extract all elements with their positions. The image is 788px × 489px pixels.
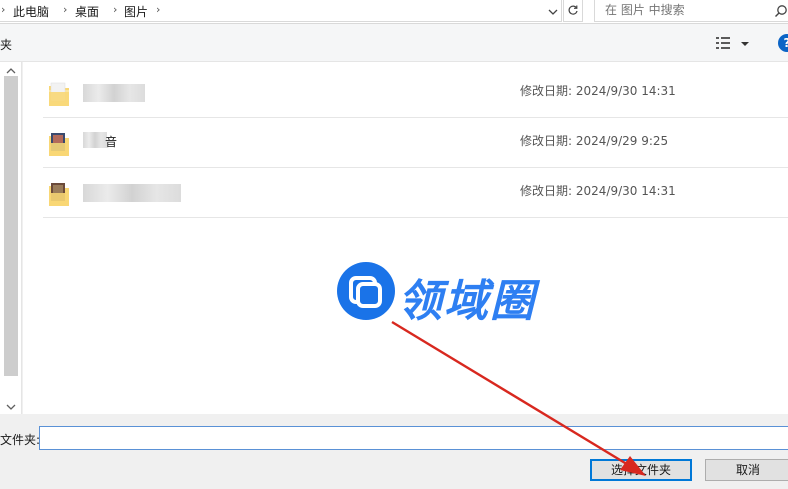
new-folder-button[interactable]: 夹 bbox=[0, 36, 12, 53]
folder-icon bbox=[49, 183, 69, 206]
redacted-block bbox=[83, 132, 107, 148]
scroll-up-icon[interactable] bbox=[6, 67, 16, 75]
watermark-text: 领域圈 bbox=[398, 276, 536, 327]
breadcrumb-separator-icon: › bbox=[63, 3, 68, 16]
list-item[interactable]: 修改日期: 2024/9/30 14:31 bbox=[43, 168, 788, 218]
help-icon[interactable]: ? bbox=[778, 34, 788, 52]
chevron-down-icon[interactable] bbox=[547, 6, 559, 18]
breadcrumb-separator-icon: › bbox=[1, 3, 6, 16]
address-bar[interactable]: › 此电脑 › 桌面 › 图片 › bbox=[0, 0, 562, 22]
refresh-icon bbox=[568, 5, 578, 15]
folder-label: 文件夹: bbox=[0, 433, 41, 447]
breadcrumb-desktop[interactable]: 桌面 bbox=[75, 3, 99, 20]
view-details-icon[interactable] bbox=[716, 37, 730, 49]
refresh-button[interactable] bbox=[563, 0, 583, 22]
search-box[interactable] bbox=[594, 0, 788, 22]
scroll-down-icon[interactable] bbox=[6, 403, 16, 411]
breadcrumb-this-pc[interactable]: 此电脑 bbox=[13, 3, 49, 20]
file-modified-date: 修改日期: 2024/9/30 14:31 bbox=[520, 184, 676, 198]
select-folder-button[interactable]: 选择文件夹 bbox=[590, 459, 692, 481]
file-modified-date: 修改日期: 2024/9/29 9:25 bbox=[520, 134, 669, 148]
folder-input[interactable] bbox=[39, 426, 788, 450]
list-item[interactable]: 修改日期: 2024/9/30 14:31 bbox=[43, 68, 788, 118]
navigation-scrollbar[interactable] bbox=[4, 76, 18, 376]
file-modified-date: 修改日期: 2024/9/30 14:31 bbox=[520, 84, 676, 98]
redacted-block bbox=[83, 184, 181, 202]
breadcrumb-separator-icon: › bbox=[113, 3, 118, 16]
watermark-logo-icon bbox=[337, 262, 395, 320]
address-row: › 此电脑 › 桌面 › 图片 › bbox=[0, 0, 788, 24]
search-icon[interactable] bbox=[774, 4, 788, 18]
folder-icon bbox=[49, 133, 69, 156]
breadcrumb-pictures[interactable]: 图片 bbox=[124, 3, 148, 20]
view-dropdown-icon[interactable] bbox=[740, 39, 750, 49]
search-input[interactable] bbox=[605, 3, 765, 17]
redacted-block bbox=[83, 84, 145, 102]
toolbar: 夹 ? bbox=[0, 24, 788, 62]
list-item[interactable]: 音 修改日期: 2024/9/29 9:25 bbox=[43, 118, 788, 168]
breadcrumb-separator-icon: › bbox=[156, 3, 161, 16]
file-list: 修改日期: 2024/9/30 14:31 音 修改日期: 2024/9/29 … bbox=[23, 62, 788, 414]
folder-icon bbox=[49, 82, 69, 106]
dialog-footer: 文件夹: 选择文件夹 取消 bbox=[0, 414, 788, 489]
cancel-button[interactable]: 取消 bbox=[705, 459, 788, 481]
